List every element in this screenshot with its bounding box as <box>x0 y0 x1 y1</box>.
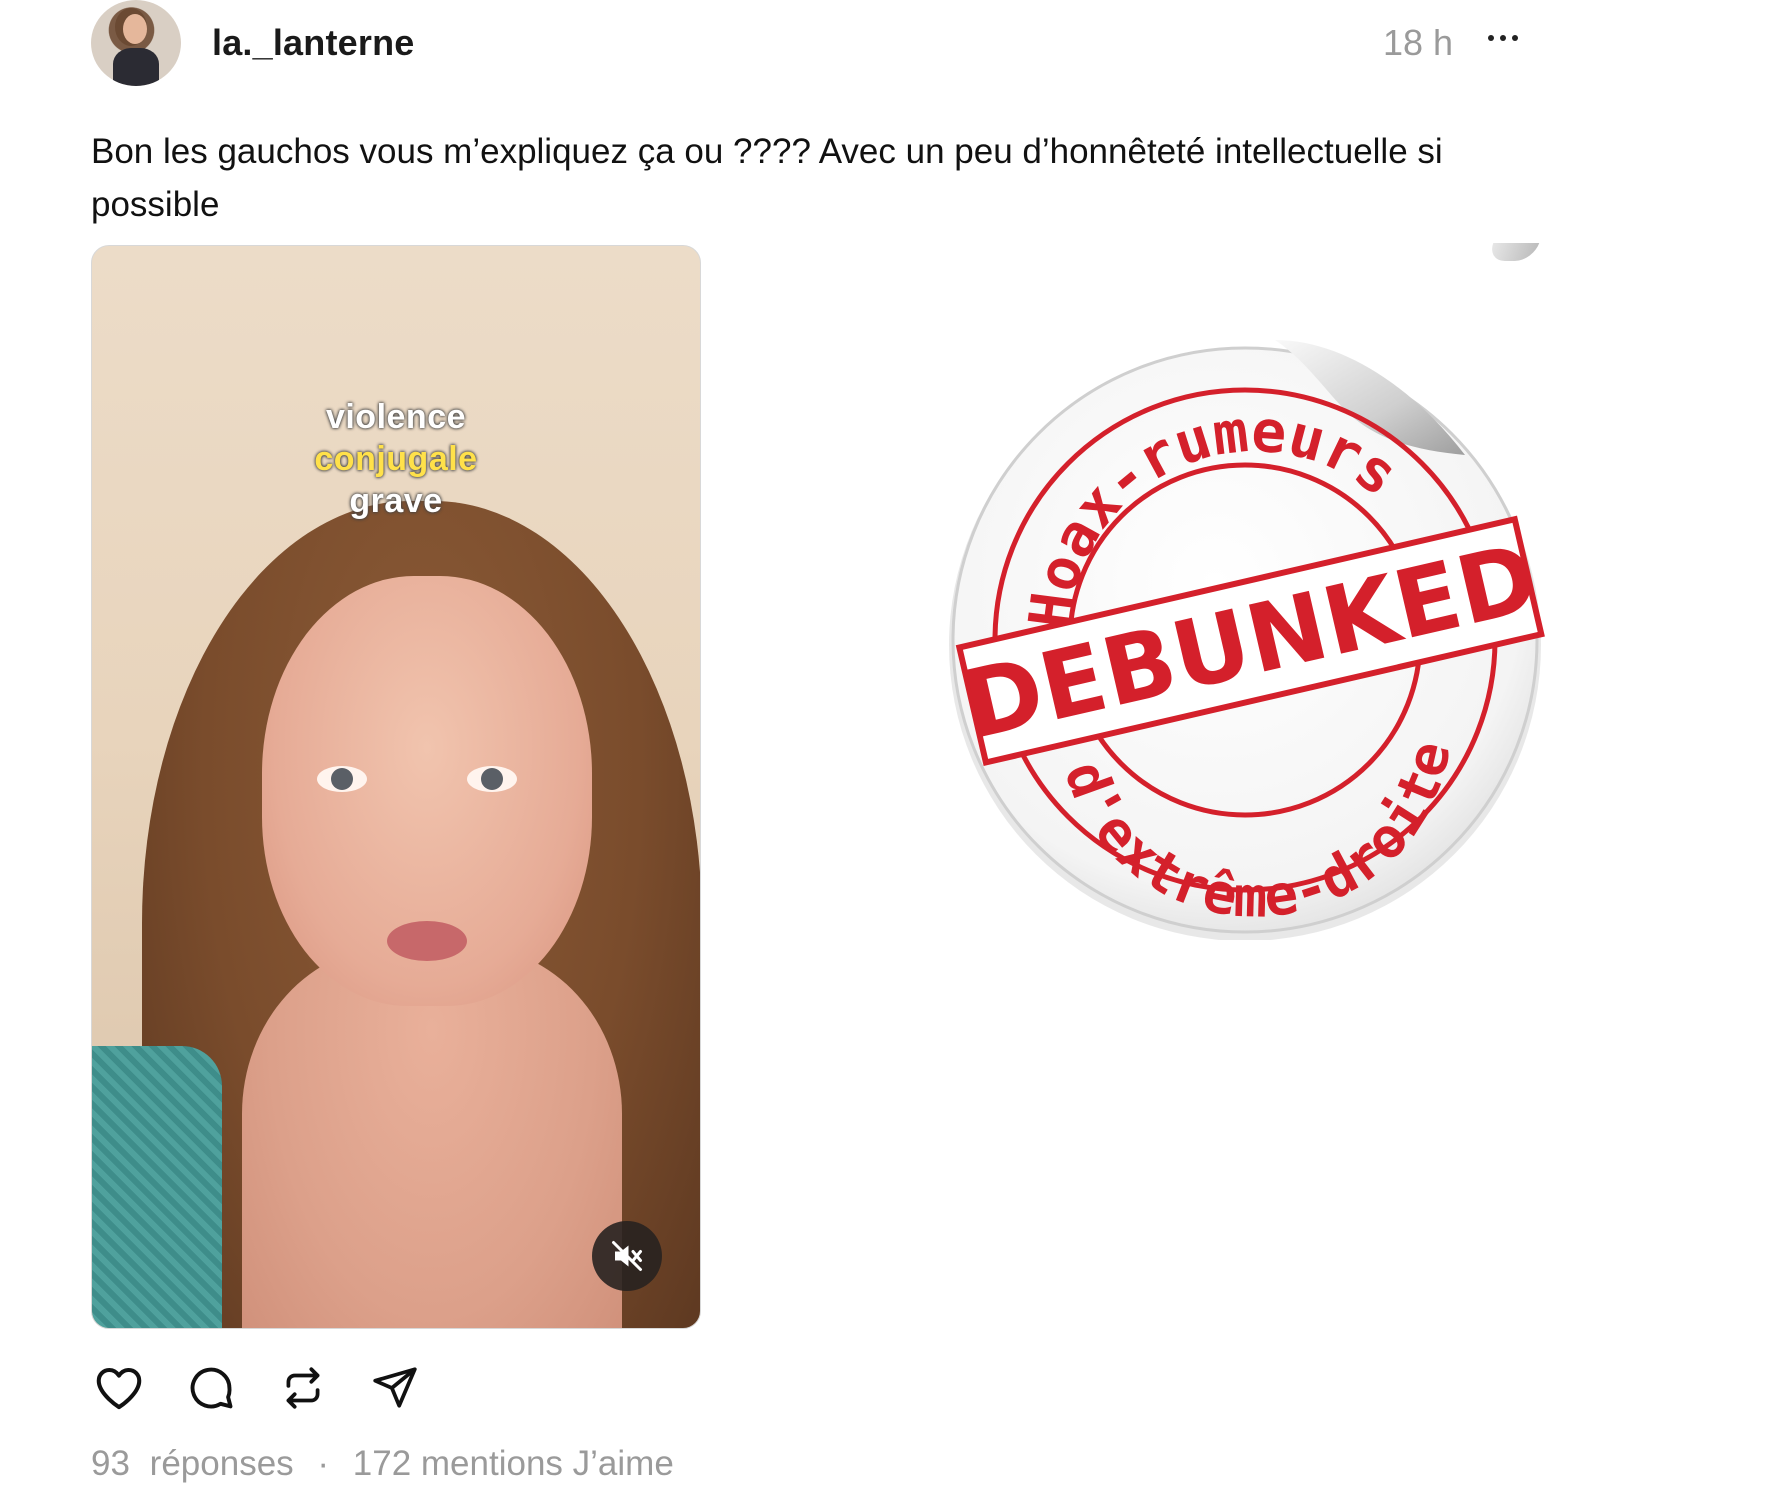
stats-separator: · <box>317 1444 330 1483</box>
more-icon[interactable] <box>1480 18 1526 58</box>
overlay-line-1: violence <box>325 398 467 436</box>
debunked-sticker-image[interactable]: Hoax-rumeurs DEBUNKED d'extrême-droite <box>945 300 1565 941</box>
share-icon <box>373 1367 417 1408</box>
avatar[interactable] <box>91 0 181 86</box>
heart-icon <box>96 1367 142 1410</box>
video-clothing <box>92 1046 222 1328</box>
share-button[interactable] <box>367 1360 423 1416</box>
repost-icon <box>286 1367 320 1409</box>
video-eye-right <box>467 766 517 792</box>
debunked-sticker: Hoax-rumeurs DEBUNKED d'extrême-droite <box>949 340 1547 941</box>
overlay-line-3: grave <box>349 482 443 520</box>
avatar-figure <box>113 48 159 86</box>
post-stats: 93 réponses · 172 mentions J’aime <box>91 1444 674 1484</box>
video-overlay-text: violence conjugale grave <box>92 396 700 522</box>
like-button[interactable] <box>91 1360 147 1416</box>
username[interactable]: la._lanterne <box>212 22 415 64</box>
reply-button[interactable] <box>183 1360 239 1416</box>
video-player[interactable]: violence conjugale grave <box>91 245 701 1329</box>
mute-button[interactable] <box>592 1221 662 1291</box>
video-mouth <box>387 921 467 961</box>
overlay-line-2: conjugale <box>314 440 478 478</box>
replies-count[interactable]: 93 <box>91 1444 130 1483</box>
video-eye-left <box>317 766 367 792</box>
image-corner <box>1486 243 1540 261</box>
replies-label[interactable]: réponses <box>150 1444 294 1483</box>
mute-icon <box>612 1241 642 1271</box>
avatar-head <box>123 14 147 44</box>
post-caption: Bon les gauchos vous m’expliquez ça ou ?… <box>91 132 1443 224</box>
post-time: 18 h <box>1383 22 1454 63</box>
comment-icon <box>190 1367 233 1409</box>
repost-button[interactable] <box>275 1360 331 1416</box>
likes-count[interactable]: 172 mentions J’aime <box>353 1444 674 1483</box>
post-actions <box>91 1360 423 1416</box>
